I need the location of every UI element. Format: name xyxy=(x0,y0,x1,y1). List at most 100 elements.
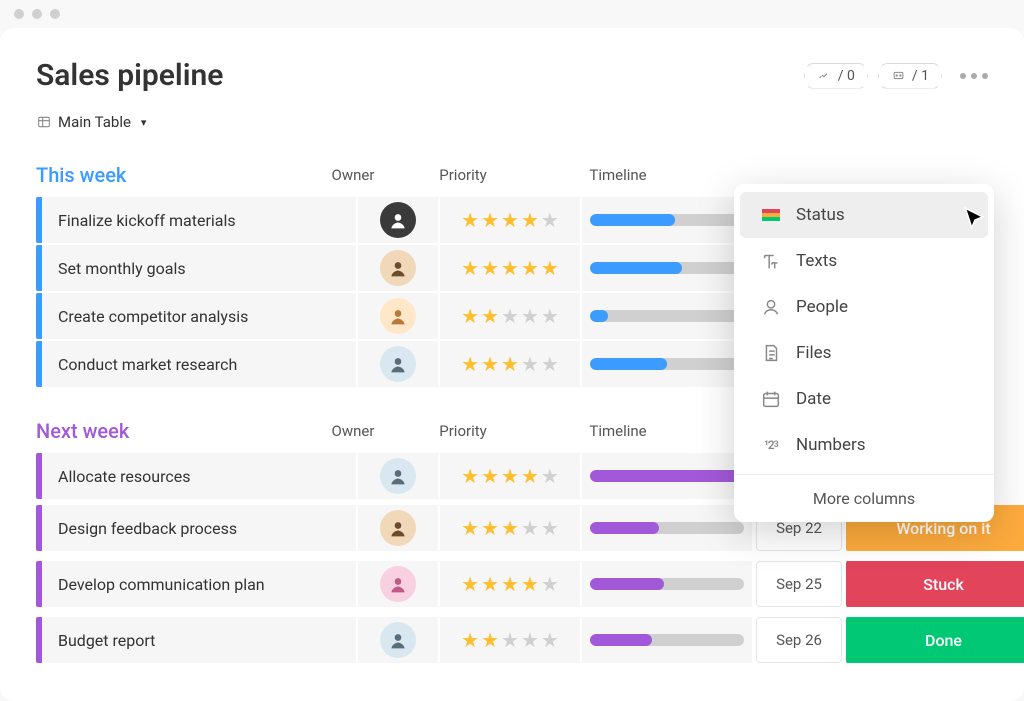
task-name-cell[interactable]: Design feedback process xyxy=(36,505,356,551)
owner-cell[interactable] xyxy=(358,561,438,607)
progress-track xyxy=(590,310,744,322)
person-icon xyxy=(760,296,782,318)
plug-icon xyxy=(817,68,832,83)
priority-cell[interactable]: ★★★★★ xyxy=(440,197,580,243)
status-icon xyxy=(760,204,782,226)
avatar xyxy=(380,566,416,602)
task-name-cell[interactable]: Create competitor analysis xyxy=(36,293,356,339)
star-icon: ★ xyxy=(521,208,539,232)
col-owner: Owner xyxy=(313,166,393,184)
star-icon: ★ xyxy=(521,572,539,596)
priority-cell[interactable]: ★★★★★ xyxy=(440,617,580,663)
star-icon: ★ xyxy=(461,256,479,280)
more-menu-button[interactable] xyxy=(960,73,988,79)
timeline-cell[interactable] xyxy=(582,341,752,387)
progress-track xyxy=(590,358,744,370)
integrations-button[interactable]: / 0 xyxy=(804,63,868,89)
task-name-cell[interactable]: Conduct market research xyxy=(36,341,356,387)
column-type-label: Numbers xyxy=(796,435,866,455)
star-icon: ★ xyxy=(521,628,539,652)
traffic-light-max xyxy=(50,9,60,19)
progress-fill xyxy=(590,578,664,590)
priority-cell[interactable]: ★★★★★ xyxy=(440,453,580,499)
star-icon: ★ xyxy=(461,304,479,328)
column-type-label: Status xyxy=(796,205,845,225)
progress-track xyxy=(590,578,744,590)
view-switcher[interactable]: Main Table ▾ xyxy=(36,113,988,131)
column-type-label: People xyxy=(796,297,848,317)
star-icon: ★ xyxy=(521,304,539,328)
col-status-placeholder xyxy=(793,166,988,184)
star-icon: ★ xyxy=(501,304,519,328)
column-type-files[interactable]: Files xyxy=(740,330,988,376)
task-name-cell[interactable]: Develop communication plan xyxy=(36,561,356,607)
star-icon: ★ xyxy=(541,208,559,232)
priority-cell[interactable]: ★★★★★ xyxy=(440,341,580,387)
progress-track xyxy=(590,262,744,274)
header-controls: / 0 / 1 xyxy=(804,63,988,89)
progress-fill xyxy=(590,214,675,226)
integrations-count: / 0 xyxy=(838,68,855,84)
owner-cell[interactable] xyxy=(358,453,438,499)
window-chrome xyxy=(0,0,1024,28)
task-name-cell[interactable]: Set monthly goals xyxy=(36,245,356,291)
status-cell[interactable]: Done xyxy=(846,617,1024,663)
priority-cell[interactable]: ★★★★★ xyxy=(440,561,580,607)
timeline-cell[interactable] xyxy=(582,453,752,499)
star-icon: ★ xyxy=(481,464,499,488)
group-name[interactable]: Next week xyxy=(36,419,129,443)
star-icon: ★ xyxy=(501,628,519,652)
group-name[interactable]: This week xyxy=(36,163,126,187)
star-icon: ★ xyxy=(501,516,519,540)
progress-fill xyxy=(590,262,682,274)
star-icon: ★ xyxy=(541,572,559,596)
priority-cell[interactable]: ★★★★★ xyxy=(440,245,580,291)
date-cell[interactable]: Sep 26 xyxy=(756,617,842,663)
column-type-numbers[interactable]: ¹23 Numbers xyxy=(740,422,988,468)
timeline-cell[interactable] xyxy=(582,197,752,243)
status-cell[interactable]: Stuck xyxy=(846,561,1024,607)
star-icon: ★ xyxy=(521,352,539,376)
star-icon: ★ xyxy=(481,572,499,596)
timeline-cell[interactable] xyxy=(582,617,752,663)
col-timeline: Timeline xyxy=(533,166,703,184)
star-icon: ★ xyxy=(521,516,539,540)
timeline-cell[interactable] xyxy=(582,245,752,291)
owner-cell[interactable] xyxy=(358,197,438,243)
star-icon: ★ xyxy=(541,256,559,280)
star-icon: ★ xyxy=(541,304,559,328)
task-name-cell[interactable]: Allocate resources xyxy=(36,453,356,499)
calendar-icon xyxy=(760,388,782,410)
column-type-people[interactable]: People xyxy=(740,284,988,330)
task-name-cell[interactable]: Finalize kickoff materials xyxy=(36,197,356,243)
owner-cell[interactable] xyxy=(358,617,438,663)
column-type-texts[interactable]: Texts xyxy=(740,238,988,284)
robot-icon xyxy=(891,68,906,83)
timeline-cell[interactable] xyxy=(582,561,752,607)
page-title: Sales pipeline xyxy=(36,58,223,93)
more-columns-button[interactable]: More columns xyxy=(734,474,994,522)
owner-cell[interactable] xyxy=(358,245,438,291)
star-icon: ★ xyxy=(461,516,479,540)
column-type-label: Files xyxy=(796,343,831,363)
date-cell[interactable]: Sep 25 xyxy=(756,561,842,607)
avatar xyxy=(380,622,416,658)
owner-cell[interactable] xyxy=(358,293,438,339)
column-type-date[interactable]: Date xyxy=(740,376,988,422)
progress-fill xyxy=(590,470,744,482)
automations-button[interactable]: / 1 xyxy=(878,63,942,89)
column-type-label: Date xyxy=(796,389,831,409)
progress-fill xyxy=(590,310,608,322)
owner-cell[interactable] xyxy=(358,505,438,551)
numbers-icon: ¹23 xyxy=(760,434,782,456)
priority-cell[interactable]: ★★★★★ xyxy=(440,293,580,339)
column-type-label: Texts xyxy=(796,251,837,271)
star-icon: ★ xyxy=(461,628,479,652)
table-row: Budget report ★★★★★ Sep 26 Done xyxy=(36,613,988,667)
timeline-cell[interactable] xyxy=(582,505,752,551)
column-type-status[interactable]: Status xyxy=(740,192,988,238)
timeline-cell[interactable] xyxy=(582,293,752,339)
task-name-cell[interactable]: Budget report xyxy=(36,617,356,663)
priority-cell[interactable]: ★★★★★ xyxy=(440,505,580,551)
owner-cell[interactable] xyxy=(358,341,438,387)
